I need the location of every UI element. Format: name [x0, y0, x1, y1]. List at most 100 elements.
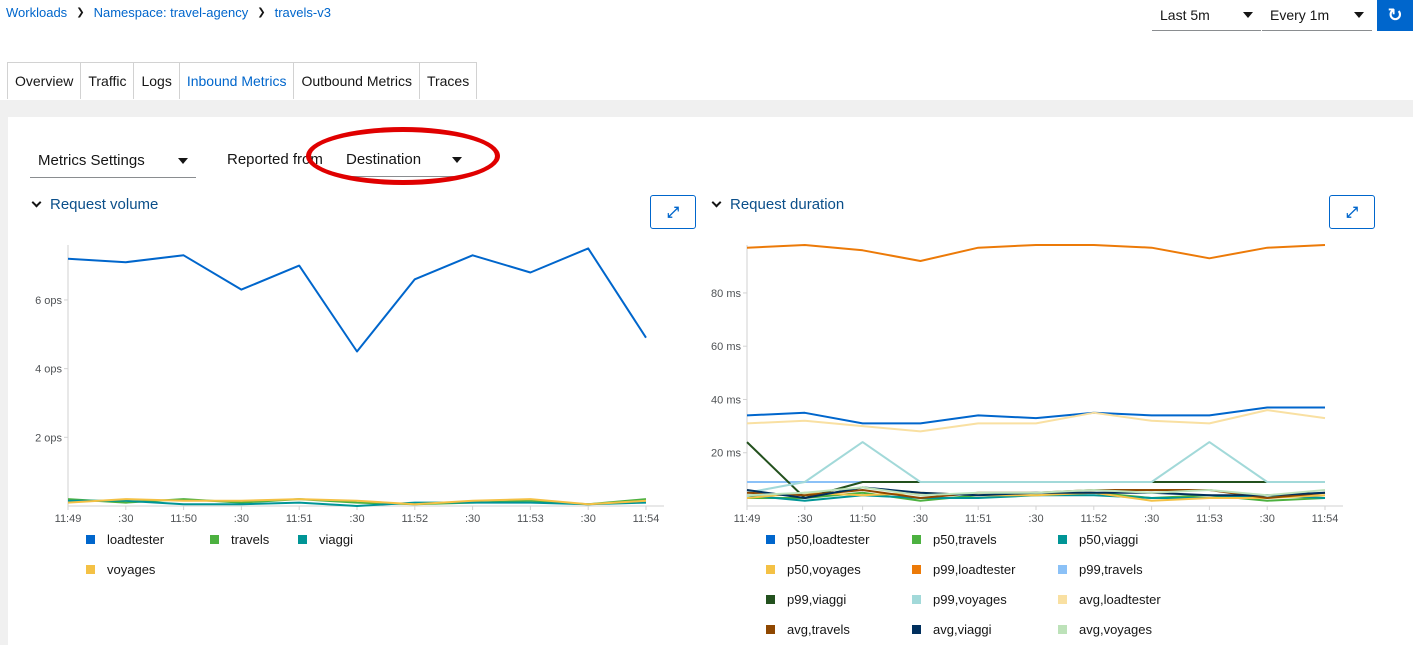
legend-item: avg,viaggi [912, 620, 1058, 639]
x-tick-label: :30 [581, 513, 596, 525]
y-tick-label: 80 ms [711, 288, 741, 300]
caret-down-icon [178, 157, 188, 164]
expand-request-duration-button[interactable]: ⤢ [1329, 195, 1375, 229]
tab-inbound-metrics[interactable]: Inbound Metrics [180, 63, 295, 99]
legend-item: p99,viaggi [766, 590, 912, 609]
legend-swatch [766, 565, 775, 574]
legend-item: p99,travels [1058, 560, 1204, 579]
x-tick-label: :30 [913, 513, 928, 525]
legend-label: voyages [107, 562, 156, 577]
reported-from-value: Destination [346, 151, 422, 168]
legend-item: loadtester [86, 530, 210, 549]
chevron-down-icon [31, 197, 42, 208]
y-tick-label: 40 ms [711, 394, 741, 406]
legend-swatch [298, 535, 307, 544]
request-volume-legend: loadtester travels viaggi voyages [86, 530, 388, 579]
expand-icon: ⤢ [1345, 203, 1358, 221]
legend-label: p50,loadtester [787, 532, 870, 547]
y-tick-label: 2 ops [35, 432, 62, 444]
x-tick-label: 11:53 [517, 513, 544, 525]
legend-label: p99,viaggi [787, 592, 847, 607]
legend-swatch [766, 625, 775, 634]
legend-item: p99,loadtester [912, 560, 1058, 579]
refresh-interval-select[interactable]: Every 1m [1262, 0, 1372, 31]
legend-item: avg,travels [766, 620, 912, 639]
legend-item: avg,loadtester [1058, 590, 1204, 609]
legend-label: avg,travels [787, 622, 850, 637]
tab-outbound-metrics[interactable]: Outbound Metrics [294, 63, 420, 99]
x-tick-label: 11:51 [965, 513, 992, 525]
time-range-select[interactable]: Last 5m [1152, 0, 1261, 31]
tab-traces[interactable]: Traces [420, 63, 476, 99]
breadcrumb-workload[interactable]: travels-v3 [275, 5, 331, 20]
x-tick-label: :30 [234, 513, 249, 525]
series-line-loadtester [67, 247, 647, 353]
y-tick-label: 6 ops [35, 295, 62, 307]
x-tick-label: :30 [1260, 513, 1275, 525]
x-tick-label: 11:54 [1312, 513, 1339, 525]
legend-item: p50,loadtester [766, 530, 912, 549]
legend-label: p50,viaggi [1079, 532, 1139, 547]
legend-label: viaggi [319, 532, 353, 547]
x-tick-label: 11:54 [633, 513, 660, 525]
sync-icon: ↻ [1387, 5, 1403, 25]
metrics-settings-dropdown[interactable]: Metrics Settings [30, 144, 196, 178]
expand-icon: ⤢ [666, 203, 679, 221]
x-tick-label: :30 [465, 513, 480, 525]
x-tick-label: 11:52 [401, 513, 428, 525]
expand-request-volume-button[interactable]: ⤢ [650, 195, 696, 229]
legend-swatch [1058, 595, 1067, 604]
metrics-settings-label: Metrics Settings [38, 152, 145, 169]
series-line-p50-loadtester [746, 406, 1325, 425]
y-tick-label: 4 ops [35, 364, 62, 376]
legend-item: p99,voyages [912, 590, 1058, 609]
caret-down-icon [1243, 12, 1253, 18]
legend-item: p50,viaggi [1058, 530, 1204, 549]
x-tick-label: 11:49 [55, 513, 82, 525]
tab-bar: Overview Traffic Logs Inbound Metrics Ou… [7, 62, 478, 99]
legend-swatch [210, 535, 219, 544]
tab-traffic[interactable]: Traffic [81, 63, 135, 99]
legend-label: travels [231, 532, 270, 547]
tab-logs[interactable]: Logs [134, 63, 180, 99]
legend-label: p99,travels [1079, 562, 1143, 577]
x-tick-label: :30 [1028, 513, 1043, 525]
legend-swatch [766, 595, 775, 604]
breadcrumb-separator-icon: ❯ [257, 7, 266, 18]
legend-label: p99,loadtester [933, 562, 1016, 577]
breadcrumb-workloads[interactable]: Workloads [6, 5, 67, 20]
chevron-down-icon [711, 197, 722, 208]
request-duration-legend: p50,loadtester p50,travels p50,viaggi p50,v… [766, 530, 1204, 639]
legend-label: p50,travels [933, 532, 997, 547]
legend-swatch [86, 565, 95, 574]
legend-swatch [912, 565, 921, 574]
tab-overview[interactable]: Overview [8, 63, 82, 99]
request-volume-title: Request volume [50, 196, 159, 213]
top-bar: Workloads ❯ Namespace: travel-agency ❯ t… [0, 0, 1413, 100]
series-line-p99-voyages [746, 441, 1325, 494]
legend-swatch [766, 535, 775, 544]
legend-label: p99,voyages [933, 592, 1007, 607]
request-volume-chart: 2 ops 4 ops 6 ops 11:49 :30 11:50 :30 11:51 :30 1… [35, 245, 664, 525]
x-tick-label: 11:51 [286, 513, 313, 525]
series-line-p99-loadtester [746, 244, 1326, 262]
reported-from-label: Reported from [227, 151, 323, 168]
x-tick-label: 11:50 [170, 513, 197, 525]
legend-label: avg,loadtester [1079, 592, 1161, 607]
reported-from-select[interactable]: Destination [338, 143, 470, 177]
series-line-avg-loadtester [746, 409, 1326, 433]
legend-swatch [1058, 565, 1067, 574]
x-tick-label: 11:52 [1080, 513, 1107, 525]
request-duration-chart: 20 ms 40 ms 60 ms 80 ms 11:49:30 11:50:30 11:5… [711, 244, 1343, 525]
breadcrumb: Workloads ❯ Namespace: travel-agency ❯ t… [6, 5, 331, 20]
refresh-button[interactable]: ↻ [1377, 0, 1413, 31]
legend-label: loadtester [107, 532, 165, 547]
x-tick-label: 11:50 [849, 513, 876, 525]
request-volume-toggle[interactable]: Request volume [30, 196, 158, 213]
breadcrumb-namespace[interactable]: Namespace: travel-agency [94, 5, 249, 20]
legend-label: avg,voyages [1079, 622, 1152, 637]
request-duration-toggle[interactable]: Request duration [710, 196, 844, 213]
x-tick-label: :30 [118, 513, 133, 525]
legend-item: p50,travels [912, 530, 1058, 549]
x-tick-label: :30 [797, 513, 812, 525]
